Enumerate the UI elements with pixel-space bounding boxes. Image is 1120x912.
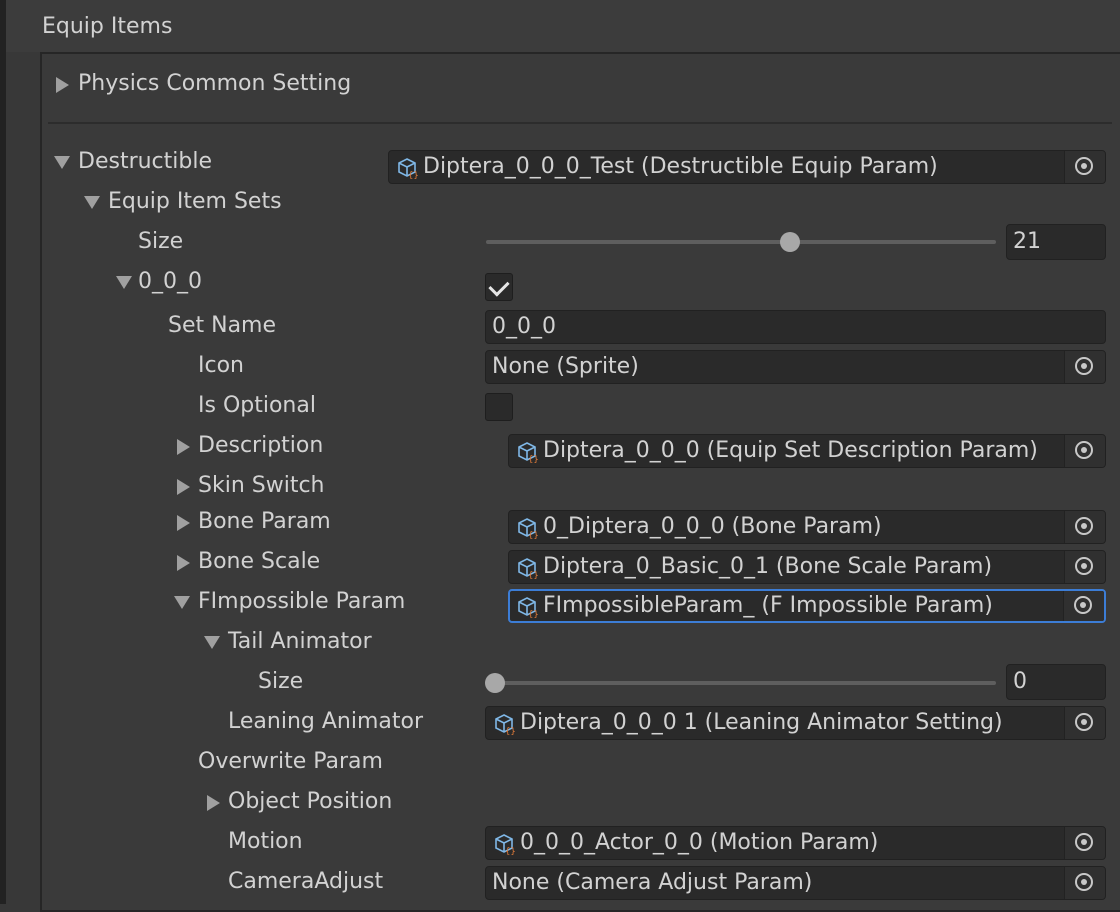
foldout-collapsed-icon[interactable]	[56, 77, 69, 93]
foldout-collapsed-icon[interactable]	[207, 795, 220, 811]
overwrite-param-label: Overwrite Param	[198, 749, 383, 774]
set-name-input[interactable]: 0_0_0	[485, 310, 1106, 344]
svg-text:{}: {}	[528, 571, 538, 579]
fimpossible-param-value: FImpossibleParam_ (F Impossible Param)	[543, 593, 993, 618]
picker-dot	[1081, 839, 1087, 845]
picker-dot	[1081, 447, 1087, 453]
motion-value: 0_0_0_Actor_0_0 (Motion Param)	[520, 830, 879, 855]
picker-dot	[1080, 602, 1086, 608]
tail-size-number-field[interactable]: 0	[1006, 664, 1106, 700]
scriptable-object-icon: {}	[518, 442, 538, 463]
physics-common-setting-foldout[interactable]: Physics Common Setting	[78, 64, 351, 104]
object-picker-button[interactable]	[1064, 867, 1105, 899]
bone-scale-foldout[interactable]: Bone Scale	[198, 542, 320, 582]
destructible-object-field[interactable]: {} Diptera_0_0_0_Test (Destructible Equi…	[388, 150, 1106, 184]
icon-value: None (Sprite)	[492, 354, 639, 379]
size-number-field[interactable]: 21	[1006, 224, 1106, 260]
motion-object-field[interactable]: {} 0_0_0_Actor_0_0 (Motion Param)	[485, 826, 1106, 860]
object-picker-button[interactable]	[1064, 151, 1105, 183]
scriptable-object-icon: {}	[495, 714, 515, 735]
foldout-expanded-icon[interactable]	[84, 196, 100, 209]
picker-dot	[1081, 563, 1087, 569]
is-optional-label: Is Optional	[198, 393, 316, 418]
camera-adjust-object-field[interactable]: None (Camera Adjust Param)	[485, 866, 1106, 900]
camera-adjust-label: CameraAdjust	[228, 869, 384, 894]
foldout-expanded-icon[interactable]	[174, 596, 190, 609]
description-foldout[interactable]: Description	[198, 426, 323, 466]
separator	[48, 122, 1112, 124]
description-object-field[interactable]: {} Diptera_0_0_0 (Equip Set Description …	[508, 434, 1106, 468]
size-label: Size	[138, 229, 184, 254]
section-title: Equip Items	[42, 14, 173, 39]
bone-scale-value: Diptera_0_Basic_0_1 (Bone Scale Param)	[543, 554, 993, 579]
description-value: Diptera_0_0_0 (Equip Set Description Par…	[543, 438, 1038, 463]
foldout-collapsed-icon[interactable]	[177, 439, 190, 455]
picker-dot	[1081, 879, 1087, 885]
bone-param-value: 0_Diptera_0_0_0 (Bone Param)	[543, 514, 882, 539]
tail-size-label: Size	[258, 669, 304, 694]
object-picker-button[interactable]	[1064, 511, 1105, 543]
foldout-collapsed-icon[interactable]	[177, 479, 190, 495]
scriptable-object-icon: {}	[495, 834, 515, 855]
camera-adjust-value: None (Camera Adjust Param)	[492, 870, 813, 895]
is-optional-checkbox[interactable]	[485, 393, 513, 421]
object-picker-button[interactable]	[1064, 351, 1105, 383]
bone-param-object-field[interactable]: {} 0_Diptera_0_0_0 (Bone Param)	[508, 510, 1106, 544]
picker-dot	[1081, 523, 1087, 529]
motion-label: Motion	[228, 829, 303, 854]
object-picker-button[interactable]	[1064, 827, 1105, 859]
equip-item-sets-foldout[interactable]: Equip Item Sets	[108, 182, 282, 222]
foldout-collapsed-icon[interactable]	[177, 515, 190, 531]
tail-animator-foldout[interactable]: Tail Animator	[228, 622, 372, 662]
picker-dot	[1081, 719, 1087, 725]
checkmark-icon	[488, 275, 510, 297]
object-picker-button[interactable]	[1064, 707, 1105, 739]
left-edge-bar	[0, 0, 6, 904]
svg-text:{}: {}	[408, 171, 418, 179]
svg-text:{}: {}	[528, 610, 538, 618]
object-position-foldout[interactable]: Object Position	[228, 782, 392, 822]
object-picker-button[interactable]	[1063, 591, 1104, 621]
fimpossible-param-foldout[interactable]: FImpossible Param	[198, 582, 405, 622]
svg-text:{}: {}	[505, 847, 515, 855]
leaning-animator-object-field[interactable]: {} Diptera_0_0_0 1 (Leaning Animator Set…	[485, 706, 1106, 740]
tail-size-slider-track[interactable]	[486, 681, 996, 685]
fimpossible-param-object-field[interactable]: {} FImpossibleParam_ (F Impossible Param…	[508, 589, 1106, 623]
destructible-value: Diptera_0_0_0_Test (Destructible Equip P…	[423, 154, 938, 179]
object-picker-button[interactable]	[1064, 435, 1105, 467]
scriptable-object-icon: {}	[398, 158, 418, 179]
size-slider-handle[interactable]	[780, 232, 800, 252]
svg-text:{}: {}	[528, 531, 538, 539]
foldout-expanded-icon[interactable]	[116, 276, 132, 289]
bone-param-foldout[interactable]: Bone Param	[198, 502, 331, 542]
destructible-foldout[interactable]: Destructible	[78, 142, 212, 182]
tail-size-slider-handle[interactable]	[485, 673, 505, 693]
icon-object-field[interactable]: None (Sprite)	[485, 350, 1106, 384]
leaning-animator-label: Leaning Animator	[228, 709, 423, 734]
picker-dot	[1081, 163, 1087, 169]
foldout-expanded-icon[interactable]	[54, 156, 70, 169]
section-header-band	[6, 0, 1120, 52]
skin-switch-foldout[interactable]: Skin Switch	[198, 466, 325, 506]
foldout-collapsed-icon[interactable]	[177, 555, 190, 571]
set-000-checkbox[interactable]	[485, 273, 513, 301]
svg-text:{}: {}	[528, 455, 538, 463]
picker-dot	[1081, 363, 1087, 369]
bone-scale-object-field[interactable]: {} Diptera_0_Basic_0_1 (Bone Scale Param…	[508, 550, 1106, 584]
set-000-foldout[interactable]: 0_0_0	[138, 262, 202, 302]
leaning-animator-value: Diptera_0_0_0 1 (Leaning Animator Settin…	[520, 710, 1003, 735]
size-slider-track[interactable]	[486, 240, 996, 244]
svg-text:{}: {}	[505, 727, 515, 735]
object-picker-button[interactable]	[1064, 551, 1105, 583]
scriptable-object-icon: {}	[518, 558, 538, 579]
scriptable-object-icon: {}	[518, 518, 538, 539]
icon-label: Icon	[198, 353, 244, 378]
scriptable-object-icon: {}	[518, 597, 538, 618]
foldout-expanded-icon[interactable]	[204, 636, 220, 649]
set-name-label: Set Name	[168, 313, 277, 338]
